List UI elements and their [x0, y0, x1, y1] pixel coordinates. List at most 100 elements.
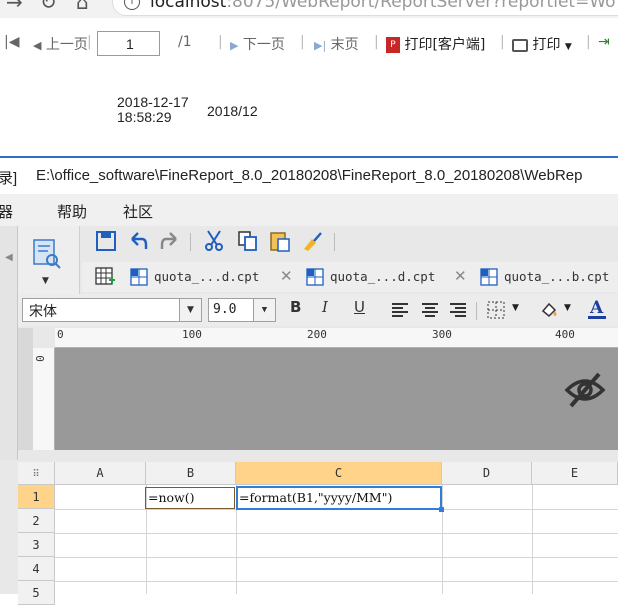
grid-line [55, 557, 618, 558]
print-client-button[interactable]: P 打印[客户端] [386, 34, 485, 54]
hidden-eye-icon[interactable] [563, 368, 607, 412]
chevron-down-icon[interactable]: ▼ [564, 303, 571, 313]
report-header-canvas[interactable] [55, 348, 618, 450]
collapse-sidebar[interactable]: ◀ [0, 226, 18, 460]
template-tabs: quota_...d.cpt ✕ quota_...d.cpt ✕ quota_… [82, 262, 618, 292]
column-header-a[interactable]: A [55, 462, 146, 485]
toolbar-separator [334, 233, 335, 251]
tab-template-3[interactable]: quota_...b.cpt [476, 263, 618, 291]
menu-item-server[interactable]: 器 [0, 201, 13, 222]
pdf-print-icon: P [386, 37, 400, 53]
font-family-select[interactable]: 宋体 ▼ [22, 298, 202, 322]
toolbar-separator: | [374, 34, 379, 50]
page-number-input[interactable] [97, 31, 160, 56]
font-color-icon[interactable]: A [586, 297, 608, 321]
italic-button[interactable]: I [322, 298, 328, 316]
cell-c1-selected[interactable]: =format(B1,"yyyy/MM") [236, 486, 444, 512]
paste-icon[interactable] [268, 229, 292, 253]
column-header-b[interactable]: B [146, 462, 236, 485]
grid-line [532, 485, 533, 594]
preview-icon[interactable] [32, 238, 64, 270]
fill-color-icon[interactable] [538, 299, 560, 321]
border-icon[interactable] [486, 300, 506, 320]
toolbar-separator: | [300, 34, 305, 50]
tab-template-1[interactable]: quota_...d.cpt ✕ [126, 263, 302, 291]
cell-b1[interactable]: =now() [145, 487, 235, 509]
toolbar-separator: | [500, 34, 505, 50]
prev-page-button[interactable]: ◀ 上一页 [33, 34, 88, 54]
template-icon [306, 268, 324, 286]
align-center-icon[interactable] [420, 300, 440, 320]
undo-icon[interactable] [126, 229, 150, 253]
menu-item-help[interactable]: 帮助 [57, 201, 87, 222]
now-cell-output: 2018-12-17 18:58:29 [117, 94, 189, 125]
next-page-button[interactable]: ▶ 下一页 [230, 34, 285, 54]
last-page-button[interactable]: ▶| 末页 [314, 34, 359, 54]
chevron-down-icon[interactable]: ▼ [42, 276, 49, 286]
align-left-icon[interactable] [390, 300, 410, 320]
column-header-d[interactable]: D [442, 462, 532, 485]
refresh-icon[interactable]: ↻ [40, 0, 57, 14]
browser-address-bar: → ↻ ⌂ i localhost:8075/WebReport/ReportS… [0, 0, 618, 18]
chevron-down-icon[interactable]: ▼ [253, 299, 275, 321]
chevron-down-icon[interactable]: ▼ [179, 299, 201, 321]
copy-icon[interactable] [236, 229, 260, 253]
save-icon[interactable] [94, 229, 118, 253]
menu-bar: 器 帮助 社区 [0, 194, 618, 226]
toolbar-separator: | [586, 34, 591, 50]
row-header-4[interactable]: 4 [18, 557, 55, 581]
template-icon [130, 268, 148, 286]
underline-button[interactable]: U [354, 298, 365, 316]
file-path: E:\office_software\FineReport_8.0_201802… [36, 167, 583, 184]
toolbar-separator [190, 233, 191, 251]
print-button[interactable]: 打印 ▼ [512, 34, 572, 54]
vertical-ruler: 0 [33, 348, 55, 450]
report-toolbar: |◀ ◀ 上一页 | /1 | ▶ 下一页 | ▶| 末页 | P 打印[客户端… [0, 25, 618, 63]
menu-item-community[interactable]: 社区 [123, 201, 153, 222]
font-size-select[interactable]: 9.0 ▼ [208, 298, 276, 322]
first-page-icon[interactable]: |◀ [4, 34, 19, 50]
export-icon[interactable]: ⇥ [598, 34, 610, 50]
next-page-icon: ▶ [230, 38, 239, 52]
close-icon[interactable]: ✕ [280, 267, 293, 285]
close-icon[interactable]: ✕ [454, 267, 467, 285]
template-icon [480, 268, 498, 286]
format-toolbar: 宋体 ▼ 9.0 ▼ B I U ▼ ▼ A [18, 294, 618, 326]
column-header-e[interactable]: E [532, 462, 618, 485]
toolbar-separator: | [87, 34, 92, 50]
bold-button[interactable]: B [290, 298, 301, 316]
collapse-left-icon: ◀ [5, 252, 13, 263]
designer-title-bar: 录] E:\office_software\FineReport_8.0_201… [0, 158, 618, 194]
last-page-icon: ▶| [314, 38, 327, 52]
page-total: /1 [178, 34, 192, 50]
printer-icon [512, 38, 528, 52]
svg-text:A: A [589, 298, 604, 318]
redo-icon[interactable] [158, 229, 182, 253]
align-right-icon[interactable] [448, 300, 468, 320]
home-icon[interactable]: ⌂ [76, 0, 89, 14]
horizontal-ruler: 0 100 200 300 400 [55, 328, 618, 348]
tab-template-2[interactable]: quota_...d.cpt ✕ [302, 263, 476, 291]
row-header-3[interactable]: 3 [18, 533, 55, 557]
back-arrow-icon[interactable]: → [6, 0, 23, 14]
cut-icon[interactable] [202, 229, 226, 253]
row-header-2[interactable]: 2 [18, 509, 55, 533]
cell-grid: ⠿ A B C D E 1 2 3 4 5 =now() =format(B1,… [18, 462, 618, 605]
fill-handle[interactable] [439, 507, 444, 512]
toolbar-separator: | [218, 34, 223, 50]
ruler-corner [18, 328, 33, 450]
row-header-5[interactable]: 5 [18, 581, 55, 605]
toolbar-separator [476, 302, 477, 320]
url-text[interactable]: localhost:8075/WebReport/ReportServer?re… [150, 0, 616, 12]
grid-line [55, 533, 618, 534]
column-header-c[interactable]: C [236, 462, 442, 485]
new-template-icon[interactable] [94, 266, 116, 288]
preview-pane: ▼ [18, 226, 80, 294]
format-painter-icon[interactable] [300, 229, 324, 253]
prev-page-icon: ◀ [33, 38, 42, 52]
grid-line [442, 485, 443, 594]
format-cell-output: 2018/12 [207, 103, 258, 119]
row-header-1[interactable]: 1 [18, 485, 55, 509]
select-all-corner[interactable]: ⠿ [18, 462, 55, 485]
chevron-down-icon[interactable]: ▼ [512, 303, 519, 313]
